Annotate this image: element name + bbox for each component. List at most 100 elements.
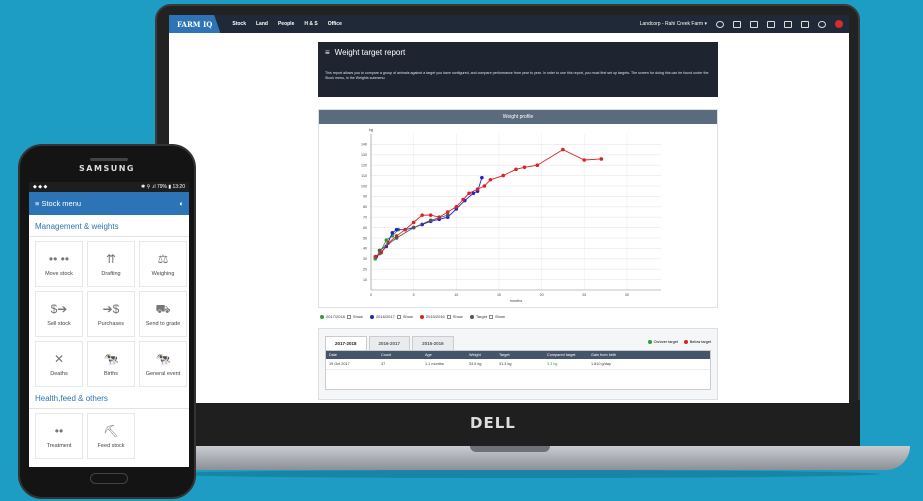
- tab-1[interactable]: 2016-2017: [368, 336, 411, 350]
- report-page: ≡ Weight target report This report allow…: [318, 42, 718, 402]
- data-point: [394, 236, 399, 240]
- table-cell: 37: [381, 362, 386, 366]
- tab-0[interactable]: 2017-2018: [325, 336, 367, 350]
- on-target-label: On/over target: [653, 340, 678, 344]
- column-header[interactable]: Gain from birth: [591, 353, 631, 357]
- legend-item[interactable]: 2015/2016 Show: [419, 314, 463, 319]
- table-row[interactable]: 19 Oct 2017 37 1.1 months 34.5 kg 31.3 kg 3.3…: [326, 359, 710, 370]
- legend-below-target: Below target: [683, 340, 711, 344]
- legend-show-label: Show: [452, 314, 463, 319]
- red-dot-icon: [683, 340, 688, 344]
- folder-icon[interactable]: [750, 20, 758, 28]
- tile-label: Sell stock: [47, 320, 71, 327]
- legend-item[interactable]: 2017/2018 Show: [320, 314, 363, 319]
- column-header[interactable]: Compared target: [547, 353, 591, 357]
- menu-tile[interactable]: ⛏ Feed stock: [87, 413, 135, 459]
- report-header: ≡ Weight target report This report allow…: [318, 42, 718, 97]
- legend-series-name: 2015/2016: [425, 314, 445, 319]
- status-left: ◆ ◆ ◆: [33, 184, 48, 190]
- data-point: [428, 218, 433, 223]
- legend-item[interactable]: Target Show: [469, 314, 505, 319]
- phone-menu-sections: Management & weights •• •• Move stock ⇈ Draf…: [29, 215, 189, 459]
- column-header[interactable]: Weight: [469, 353, 499, 357]
- show-checkbox[interactable]: [346, 314, 351, 319]
- y-tick-label: 90: [363, 195, 367, 199]
- show-checkbox[interactable]: [396, 314, 401, 319]
- tile-label: Send to grade: [145, 320, 181, 327]
- results-table: Date Count Age Weight Target Compared target G…: [325, 350, 711, 390]
- menu-grid: •• Treatment ⛏ Feed stock: [29, 409, 189, 459]
- table-cell: 1.1 months: [425, 362, 444, 366]
- menu-title[interactable]: ≡ Stock menu: [35, 199, 81, 208]
- menu-tile[interactable]: ⇈ Drafting: [87, 241, 135, 287]
- tile-icon: ⛏: [103, 423, 119, 438]
- tab-2[interactable]: 2015-2016: [412, 336, 454, 350]
- y-tick-label: 70: [363, 216, 367, 220]
- data-point: [488, 177, 493, 182]
- menu-tile[interactable]: 🐄 Births: [87, 341, 135, 387]
- series-dot-icon: [320, 314, 324, 319]
- menu-tile[interactable]: 🐄 General event: [139, 341, 187, 387]
- menu-tile[interactable]: $➔ Sell stock: [35, 291, 83, 337]
- phone-speaker: [90, 158, 128, 161]
- nav-link-3[interactable]: H & S: [304, 21, 317, 27]
- data-point: [454, 205, 459, 209]
- series-dot-icon: [369, 314, 374, 319]
- menu-tile[interactable]: •• Treatment: [35, 413, 83, 459]
- nav-link-4[interactable]: Office: [328, 21, 342, 27]
- farmiq-logo[interactable]: FARM IQ: [169, 15, 221, 33]
- map-icon[interactable]: [801, 20, 809, 28]
- y-tick-label: 130: [361, 153, 367, 157]
- menu-tile[interactable]: •• •• Move stock: [35, 241, 83, 287]
- cow-icon[interactable]: ◖: [178, 199, 183, 208]
- nav-right: Landcorp - Rahi Creek Farm ▾: [640, 20, 849, 28]
- account-selector[interactable]: Landcorp - Rahi Creek Farm ▾: [640, 21, 707, 27]
- grid-icon[interactable]: [784, 20, 792, 28]
- x-tick-label: 30: [625, 293, 629, 297]
- legend-series-name: 2016/2017: [375, 314, 395, 319]
- show-checkbox[interactable]: [446, 314, 451, 319]
- data-point: [480, 175, 484, 180]
- legend-show-label: Show: [494, 314, 505, 319]
- tile-icon: ⛟: [155, 301, 171, 316]
- data-point: [522, 165, 527, 170]
- show-checkbox[interactable]: [488, 314, 493, 319]
- menu-tile[interactable]: ✕ Deaths: [35, 341, 83, 387]
- laptop-shadow: [160, 470, 880, 478]
- nav-link-1[interactable]: Land: [256, 21, 268, 27]
- menu-tile[interactable]: ➔$ Purchases: [87, 291, 135, 337]
- table-cell: 19 Oct 2017: [329, 362, 350, 366]
- help-icon[interactable]: [818, 20, 826, 28]
- nav-link-2[interactable]: People: [278, 21, 294, 27]
- legend-series-name: Target: [475, 314, 487, 319]
- calendar-icon[interactable]: [767, 20, 775, 28]
- column-header[interactable]: Target: [499, 353, 547, 357]
- dashboard-icon[interactable]: [716, 20, 724, 28]
- data-point: [384, 238, 389, 242]
- x-tick-label: 20: [540, 293, 544, 297]
- report-title-text: Weight target report: [334, 48, 406, 57]
- nav-link-0[interactable]: Stock: [232, 21, 246, 27]
- hamburger-icon[interactable]: ≡: [325, 48, 330, 57]
- tile-label: Weighing: [151, 270, 175, 277]
- y-tick-label: 50: [363, 236, 367, 240]
- series-dot-icon: [419, 314, 424, 319]
- menu-tile[interactable]: ⛟ Send to grade: [139, 291, 187, 337]
- laptop-notch: [470, 446, 550, 452]
- tile-icon: ••: [54, 423, 64, 438]
- data-point: [373, 254, 378, 259]
- column-header[interactable]: Count: [381, 353, 425, 357]
- phone-home-button[interactable]: [90, 473, 128, 484]
- data-point: [599, 157, 604, 161]
- legend-item[interactable]: 2016/2017 Show: [369, 314, 413, 319]
- below-target-label: Below target: [689, 340, 711, 344]
- notification-icon[interactable]: [835, 20, 843, 28]
- menu-tile[interactable]: ⚖ Weighing: [139, 241, 187, 287]
- column-header[interactable]: Date: [329, 353, 381, 357]
- data-point: [403, 227, 407, 232]
- status-right: ✱ ⚲ .ıl 79% ▮ 13:20: [141, 184, 185, 190]
- report-icon[interactable]: [733, 20, 741, 28]
- tile-label: Births: [103, 370, 119, 377]
- column-header[interactable]: Age: [425, 353, 469, 357]
- laptop-brand: DELL: [470, 414, 516, 432]
